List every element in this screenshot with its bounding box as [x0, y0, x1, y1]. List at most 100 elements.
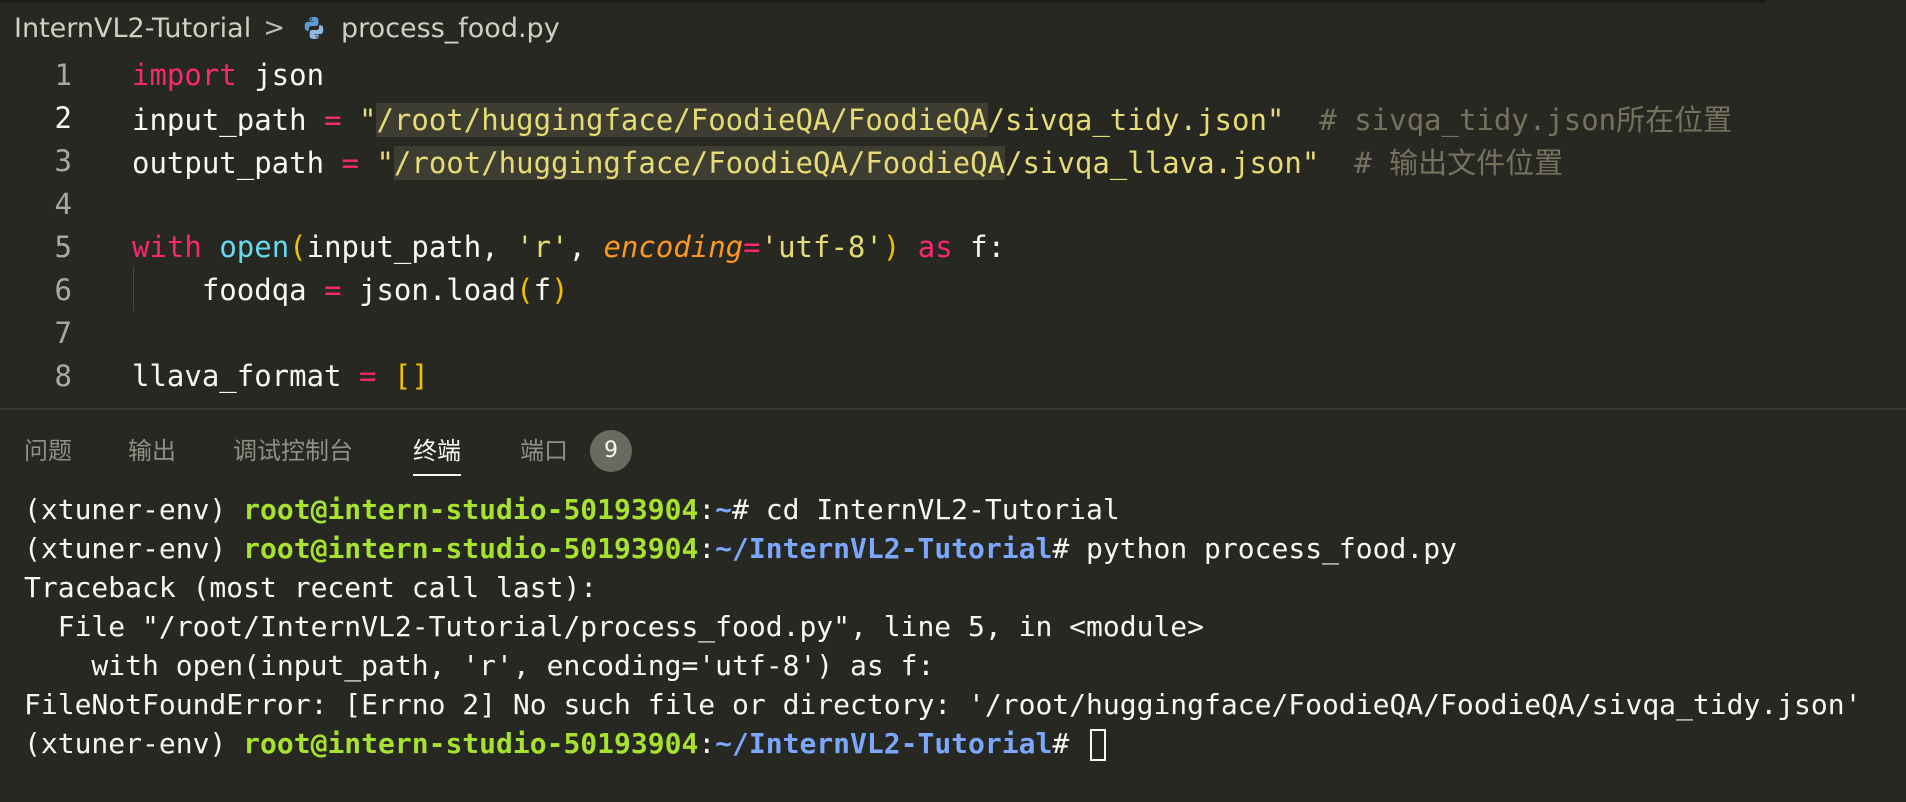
- code-text: with open(input_path, 'r', encoding='utf…: [132, 230, 1005, 264]
- terminal-line: with open(input_path, 'r', encoding='utf…: [0, 646, 1906, 685]
- breadcrumb-file-label: process_food.py: [341, 12, 560, 44]
- code-token: open: [219, 229, 290, 264]
- line-number: 2: [54, 100, 72, 135]
- terminal-line: File "/root/InternVL2-Tutorial/process_f…: [0, 607, 1906, 646]
- panel-divider[interactable]: [0, 408, 1906, 410]
- line-number: 5: [54, 229, 72, 264]
- terminal[interactable]: (xtuner-env) root@intern-studio-50193904…: [0, 490, 1906, 763]
- terminal-line: (xtuner-env) root@intern-studio-50193904…: [0, 490, 1906, 529]
- line-number: 3: [54, 143, 72, 178]
- code-token: # sivqa_tidy.json所在位置: [1319, 102, 1733, 137]
- code-line[interactable]: 8 llava_format = []: [0, 354, 1906, 397]
- code-text: import json: [132, 58, 324, 92]
- terminal-cursor: [1090, 729, 1107, 761]
- terminal-output: FileNotFoundError: [Errno 2] No such fil…: [24, 688, 1862, 721]
- tab-ports[interactable]: 端口: [520, 428, 568, 474]
- code-token: 'r': [516, 229, 569, 264]
- code-token: json.load: [341, 272, 517, 307]
- tab-problems[interactable]: 问题: [24, 428, 72, 474]
- terminal-command: # python process_food.py: [1052, 532, 1457, 565]
- code-token: encoding: [603, 229, 744, 264]
- code-text: llava_format = []: [132, 359, 429, 393]
- terminal-env: (xtuner-env): [24, 727, 244, 760]
- code-line[interactable]: 2 input_path = "/root/huggingface/FoodieQ…: [0, 96, 1906, 139]
- terminal-line: (xtuner-env) root@intern-studio-50193904…: [0, 724, 1906, 763]
- python-icon: [304, 17, 324, 39]
- code-line[interactable]: 7: [0, 311, 1906, 354]
- code-token: input_path,: [306, 229, 517, 264]
- code-token: output_path: [132, 145, 342, 180]
- code-token: with: [132, 229, 202, 264]
- code-editor[interactable]: 1 import json 2 input_path = "/root/hugging…: [0, 52, 1906, 408]
- line-number: 8: [54, 358, 72, 393]
- line-number: 4: [54, 186, 72, 221]
- code-token: ): [882, 229, 901, 264]
- terminal-user: root@intern-studio-50193904: [243, 727, 699, 760]
- code-token: f: [533, 272, 552, 307]
- code-line[interactable]: 3 output_path = "/root/huggingface/Foodie…: [0, 139, 1906, 182]
- code-token: /root/huggingface/FoodieQA/FoodieQA: [393, 145, 1006, 180]
- terminal-command: #: [1052, 727, 1087, 760]
- code-token: import: [132, 57, 237, 92]
- terminal-env: (xtuner-env): [24, 493, 244, 526]
- terminal-path: ~/InternVL2-Tutorial: [715, 727, 1053, 760]
- breadcrumb-file[interactable]: process_food.py: [295, 13, 560, 44]
- line-number: 6: [54, 272, 72, 307]
- terminal-colon: :: [698, 532, 716, 565]
- code-token: ,: [568, 229, 604, 264]
- code-token: []: [393, 358, 429, 393]
- code-token: # 输出文件位置: [1354, 145, 1564, 180]
- code-line[interactable]: 6 foodqa = json.load(f): [0, 268, 1906, 311]
- code-token: (: [516, 272, 534, 307]
- code-line[interactable]: 5 with open(input_path, 'r', encoding='ut…: [0, 225, 1906, 268]
- code-token: /root/huggingface/FoodieQA/FoodieQA: [376, 102, 988, 137]
- code-token: =: [358, 358, 377, 393]
- code-token: as: [917, 229, 953, 264]
- terminal-user: root@intern-studio-50193904: [243, 532, 699, 565]
- terminal-output: File "/root/InternVL2-Tutorial/process_f…: [24, 610, 1205, 643]
- code-token: ): [551, 272, 569, 307]
- code-token: =: [324, 102, 342, 137]
- code-token: (: [289, 229, 307, 264]
- terminal-line: Traceback (most recent call last):: [0, 568, 1906, 607]
- terminal-line: FileNotFoundError: [Errno 2] No such fil…: [0, 685, 1906, 724]
- indent-guide: [133, 267, 134, 311]
- code-line[interactable]: 1 import json: [0, 53, 1906, 96]
- code-token: 'utf-8': [760, 229, 883, 264]
- breadcrumb: InternVL2-Tutorial > process_food.py: [0, 0, 1906, 56]
- code-token: f:: [952, 229, 1006, 264]
- terminal-output: with open(input_path, 'r', encoding='utf…: [24, 649, 935, 682]
- code-token: =: [341, 145, 359, 180]
- terminal-user: root@intern-studio-50193904: [243, 493, 699, 526]
- breadcrumb-folder[interactable]: InternVL2-Tutorial: [14, 13, 251, 44]
- line-number: 7: [54, 315, 72, 350]
- terminal-line: (xtuner-env) root@intern-studio-50193904…: [0, 529, 1906, 568]
- code-token: =: [324, 272, 342, 307]
- terminal-command: # cd InternVL2-Tutorial: [732, 493, 1120, 526]
- code-text: input_path = "/root/huggingface/FoodieQA…: [132, 97, 1732, 139]
- tab-terminal[interactable]: 终端: [413, 428, 461, 476]
- code-token: llava_format: [132, 358, 359, 393]
- terminal-path: ~: [715, 493, 733, 526]
- code-token: ": [376, 145, 394, 180]
- code-text: foodqa = json.load(f): [132, 273, 569, 307]
- code-token: input_path: [132, 102, 325, 137]
- tab-debug-console[interactable]: 调试控制台: [233, 428, 353, 474]
- tab-output[interactable]: 输出: [128, 428, 176, 474]
- terminal-path: ~/InternVL2-Tutorial: [715, 532, 1053, 565]
- terminal-env: (xtuner-env): [24, 532, 244, 565]
- panel-tabs: 问题 输出 调试控制台 终端 端口 9: [0, 428, 1906, 476]
- code-line[interactable]: 4: [0, 182, 1906, 225]
- terminal-colon: :: [698, 493, 716, 526]
- line-number: 1: [54, 57, 72, 92]
- terminal-output: Traceback (most recent call last):: [24, 571, 598, 604]
- ports-count-badge: 9: [590, 430, 632, 472]
- code-token: json: [236, 57, 325, 92]
